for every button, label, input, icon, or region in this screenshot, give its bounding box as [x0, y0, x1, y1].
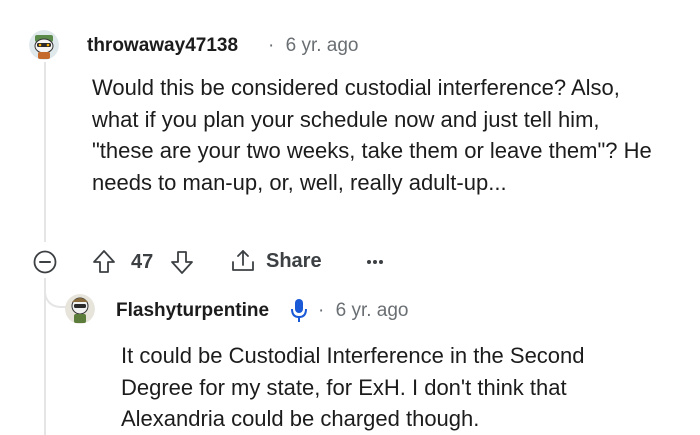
- comment-username[interactable]: throwaway47138: [87, 35, 238, 57]
- share-icon: [230, 248, 256, 274]
- comment-username[interactable]: Flashyturpentine: [116, 300, 269, 322]
- comment-meta: · 6 yr. ago: [318, 300, 409, 322]
- more-options-icon[interactable]: [366, 259, 384, 265]
- snoo-avatar-icon: [65, 294, 95, 324]
- comment-meta: · 6 yr. ago: [268, 35, 359, 57]
- snoo-avatar-icon: [29, 30, 59, 60]
- meta-separator: ·: [318, 300, 325, 321]
- microphone-icon: [290, 298, 308, 324]
- downvote-icon[interactable]: [170, 249, 194, 275]
- vote-count: 47: [131, 251, 154, 273]
- thread-line-continue: [44, 278, 46, 435]
- upvote-icon[interactable]: [92, 249, 116, 275]
- meta-separator: ·: [268, 35, 275, 56]
- avatar[interactable]: [65, 294, 95, 324]
- reply-connector: [44, 278, 66, 308]
- share-button[interactable]: Share: [230, 248, 322, 274]
- comment-body: Would this be considered custodial inter…: [92, 75, 652, 195]
- comment-timestamp: 6 yr. ago: [285, 35, 359, 56]
- comment-timestamp: 6 yr. ago: [335, 300, 409, 321]
- avatar[interactable]: [29, 30, 59, 60]
- collapse-thread-icon[interactable]: [33, 250, 57, 274]
- comment-body: It could be Custodial Interference in th…: [121, 343, 585, 431]
- thread-line-top: [44, 62, 46, 242]
- share-label: Share: [266, 249, 322, 272]
